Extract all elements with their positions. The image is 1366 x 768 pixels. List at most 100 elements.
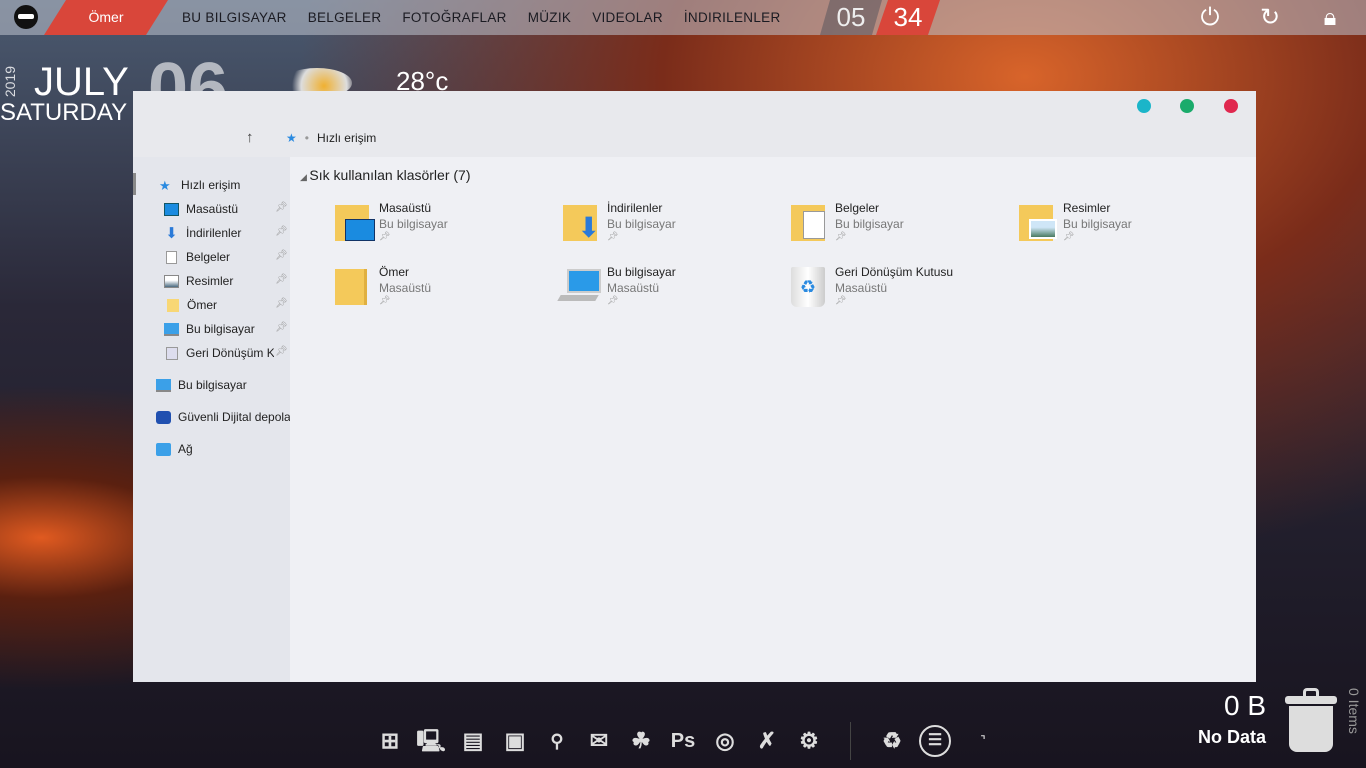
pin-icon: 📌︎ bbox=[275, 322, 288, 333]
settings-gear-icon[interactable]: ⚙ bbox=[794, 725, 824, 757]
pin-icon: 📌︎ bbox=[275, 250, 288, 261]
folder-location: Bu bilgisayar bbox=[1063, 217, 1132, 231]
clock: 05 34 bbox=[820, 0, 940, 35]
ccleaner-icon[interactable]: ☘ bbox=[626, 725, 656, 757]
sidebar-item-label: Masaüstü bbox=[186, 202, 239, 216]
windows-icon[interactable]: ⊞ bbox=[375, 725, 405, 757]
folder-location: Masaüstü bbox=[379, 281, 432, 295]
file-explorer-icon[interactable]: ▤ bbox=[458, 725, 488, 757]
pin-icon: 📌︎ bbox=[835, 295, 847, 305]
recycle-items: 0 Items bbox=[1346, 688, 1362, 734]
sidebar-item-indirilenler[interactable]: ⬇ İndirilenler bbox=[164, 223, 289, 243]
folder-tile-geri-donusum[interactable]: ♻ Geri Dönüşüm Kutusu Masaüstü 📌︎ bbox=[789, 265, 1009, 321]
file-explorer-window: ↑ ★ • Hızlı erişim ★ Hızlı erişim Masaüstü … bbox=[133, 91, 1256, 682]
sidebar-item-ag[interactable]: Ağ bbox=[156, 439, 193, 459]
sidebar-item-label: Ömer bbox=[187, 298, 217, 312]
folder-location: Masaüstü bbox=[835, 281, 888, 295]
folder-tile-omer[interactable]: Ömer Masaüstü 📌︎ bbox=[333, 265, 553, 321]
pictures-folder-icon bbox=[1017, 201, 1061, 241]
user-name[interactable]: Ömer bbox=[44, 0, 168, 35]
folder-name: Geri Dönüşüm Kutusu bbox=[835, 265, 954, 279]
navigation-pane: ★ Hızlı erişim Masaüstü ⬇ İndirilenler Bel… bbox=[133, 157, 290, 682]
desktop-icon bbox=[164, 202, 179, 216]
sidebar-item-resimler[interactable]: Resimler bbox=[164, 271, 289, 291]
folder-name: İndirilenler bbox=[607, 201, 663, 215]
desktop-folder-icon bbox=[333, 201, 377, 241]
pin-icon: 📌︎ bbox=[275, 226, 288, 237]
search-icon[interactable]: ⚲ bbox=[542, 725, 572, 757]
chrome-icon[interactable]: ◎ bbox=[710, 725, 740, 757]
sidebar-item-label: Bu bilgisayar bbox=[178, 378, 247, 392]
up-arrow-icon[interactable]: ↑ bbox=[246, 129, 254, 146]
pin-icon: 📌︎ bbox=[379, 231, 391, 241]
sidebar-item-bu-bilgisayar-root[interactable]: Bu bilgisayar bbox=[156, 375, 247, 395]
top-bar: Ömer BU BILGISAYAR BELGELER FOTOĞRAFLAR … bbox=[0, 0, 1366, 35]
nav-indirilenler[interactable]: İNDIRILENLER bbox=[684, 10, 781, 25]
tools-icon[interactable]: ✗ bbox=[752, 725, 782, 757]
documents-folder-icon bbox=[789, 201, 833, 241]
pin-icon: 📌︎ bbox=[275, 274, 288, 285]
sidebar-item-masaustu[interactable]: Masaüstü bbox=[164, 199, 289, 219]
folder-tile-belgeler[interactable]: Belgeler Bu bilgisayar 📌︎ bbox=[789, 201, 1009, 257]
pin-icon: 📌︎ bbox=[379, 295, 391, 305]
mail-icon[interactable]: ✉ bbox=[584, 725, 614, 757]
recycle-bin-icon: ♻ bbox=[789, 265, 833, 307]
this-pc-icon[interactable]: 🖳︎ bbox=[416, 725, 446, 757]
control-panel-icon[interactable]: ▣ bbox=[500, 725, 530, 757]
sidebar-item-label: Bu bilgisayar bbox=[186, 322, 255, 336]
pin-icon: 📌︎ bbox=[275, 346, 288, 357]
folder-tile-indirilenler[interactable]: ⬇ İndirilenler Bu bilgisayar 📌︎ bbox=[561, 201, 781, 257]
downloads-folder-icon: ⬇ bbox=[561, 201, 605, 243]
sidebar-item-sd-storage[interactable]: Güvenli Dijital depola bbox=[156, 407, 290, 427]
section-header[interactable]: ◢ Sık kullanılan klasörler (7) bbox=[300, 167, 470, 183]
folder-tile-masaustu[interactable]: Masaüstü Bu bilgisayar 📌︎ bbox=[333, 201, 553, 257]
nav-videolar[interactable]: VIDEOLAR bbox=[592, 10, 663, 25]
nav-belgeler[interactable]: BELGELER bbox=[308, 10, 382, 25]
star-icon: ★ bbox=[159, 177, 171, 193]
recycle-status: No Data bbox=[1197, 727, 1266, 747]
power-icon[interactable]: ⏻ bbox=[1196, 4, 1224, 32]
folder-tile-bu-bilgisayar[interactable]: Bu bilgisayar Masaüstü 📌︎ bbox=[557, 265, 777, 321]
photoshop-icon[interactable]: Ps bbox=[668, 725, 698, 757]
pin-icon: 📌︎ bbox=[275, 202, 288, 213]
recycle-bin-icon[interactable]: ♻ bbox=[877, 725, 907, 757]
trash-can-icon[interactable] bbox=[1285, 688, 1337, 752]
ninja-logo-icon[interactable] bbox=[14, 5, 38, 29]
star-icon: ★ bbox=[286, 131, 297, 145]
folder-location: Masaüstü bbox=[607, 281, 660, 295]
pin-icon: 📌︎ bbox=[835, 231, 847, 241]
breadcrumb-item[interactable]: Hızlı erişim bbox=[317, 131, 376, 145]
sidebar-item-bu-bilgisayar[interactable]: Bu bilgisayar bbox=[164, 319, 289, 339]
sidebar-item-geri-donusum[interactable]: Geri Dönüşüm K bbox=[164, 343, 274, 363]
restart-icon[interactable]: ↻ bbox=[1256, 4, 1284, 32]
breadcrumb[interactable]: ★ • Hızlı erişim bbox=[286, 131, 376, 145]
folder-name: Belgeler bbox=[835, 201, 880, 215]
folder-name: Resimler bbox=[1063, 201, 1111, 215]
lock-icon[interactable]: 🔒︎ bbox=[1316, 4, 1344, 32]
sidebar-item-label: Ağ bbox=[178, 442, 193, 456]
corner-icon[interactable]: ⌝ bbox=[968, 725, 998, 757]
computer-icon bbox=[164, 322, 179, 336]
nav-bu-bilgisayar[interactable]: BU BILGISAYAR bbox=[182, 10, 287, 25]
folder-tile-resimler[interactable]: Resimler Bu bilgisayar 📌︎ bbox=[1017, 201, 1237, 257]
folder-icon bbox=[333, 265, 377, 305]
sidebar-item-omer[interactable]: Ömer bbox=[164, 295, 289, 315]
nav-fotograflar[interactable]: FOTOĞRAFLAR bbox=[402, 10, 506, 25]
nav-muzik[interactable]: MÜZIK bbox=[528, 10, 572, 25]
recycle-size: 0 B bbox=[1223, 690, 1266, 721]
picture-icon bbox=[164, 274, 179, 288]
section-title: Sık kullanılan klasörler (7) bbox=[309, 167, 471, 183]
pin-icon: 📌︎ bbox=[1063, 231, 1075, 241]
close-button[interactable] bbox=[1224, 99, 1238, 113]
pin-icon: 📌︎ bbox=[607, 231, 619, 241]
sidebar-item-belgeler[interactable]: Belgeler bbox=[164, 247, 289, 267]
dock-divider bbox=[850, 722, 851, 760]
scrollbar[interactable] bbox=[133, 173, 136, 195]
maximize-button[interactable] bbox=[1180, 99, 1194, 113]
sidebar-item-hizli-erisim[interactable]: ★ Hızlı erişim bbox=[159, 175, 240, 195]
sidebar-item-label: İndirilenler bbox=[186, 226, 242, 240]
folder-name: Bu bilgisayar bbox=[607, 265, 676, 279]
minimize-button[interactable] bbox=[1137, 99, 1151, 113]
task-list-icon[interactable]: ☰ bbox=[919, 725, 951, 757]
weekday: SATURDAY bbox=[0, 99, 128, 126]
